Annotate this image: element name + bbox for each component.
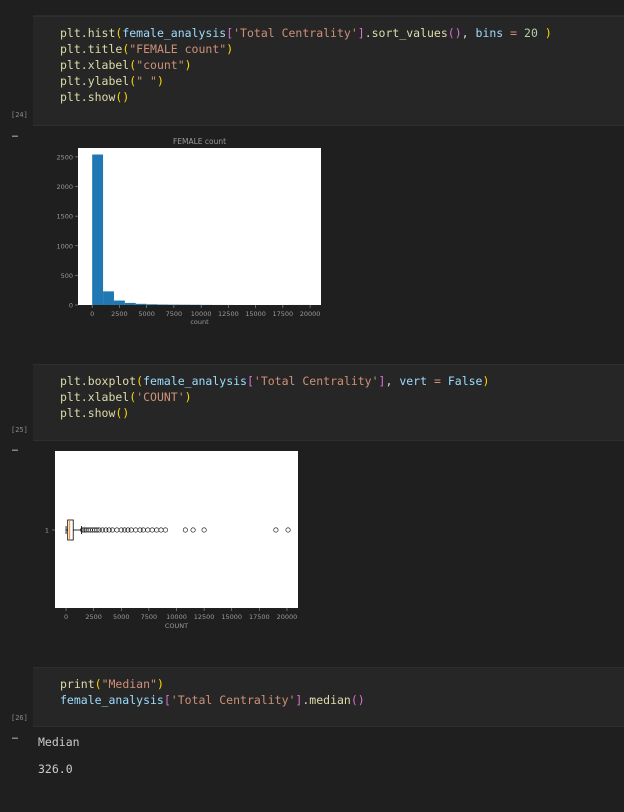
code-line-2: female_analysis['Total Centrality'].medi… [60, 693, 365, 707]
code-line-1: plt.boxplot(female_analysis['Total Centr… [60, 374, 490, 388]
x-axis-label: count [190, 318, 209, 326]
x-tick-label: 15000 [221, 613, 242, 621]
code-line-2: plt.xlabel('COUNT') [60, 390, 192, 404]
histogram-bar [92, 154, 104, 305]
x-tick-label: 5000 [138, 310, 155, 318]
x-tick-label: 2500 [85, 613, 102, 621]
histogram-plot-area [78, 148, 321, 305]
histogram-svg: FEMALE count 0 500 1000 1500 2000 2500 0 2500 500… [56, 137, 321, 326]
histogram-bar [113, 300, 125, 305]
median-value-output: 326.0 [38, 762, 73, 776]
code-cell-26[interactable]: print("Median") female_analysis['Total C… [33, 667, 624, 727]
boxplot-chart: 1 0 2500 5000 7500 10000 12500 15000 17500 20000 C… [36, 448, 306, 638]
y-tick-label: 2500 [56, 153, 73, 161]
x-tick-label: 7500 [166, 310, 183, 318]
x-tick-label: 17500 [273, 310, 294, 318]
output-collapse-icon[interactable]: … [12, 443, 18, 454]
x-tick-label: 20000 [300, 310, 321, 318]
x-tick-label: 7500 [141, 613, 158, 621]
x-tick-label: 2500 [111, 310, 128, 318]
histogram-bar [135, 303, 147, 305]
y-tick-label: 500 [61, 272, 73, 280]
execution-count: [24] [11, 111, 28, 119]
code-line-3: plt.show() [60, 406, 130, 420]
boxplot-svg: 1 0 2500 5000 7500 10000 12500 15000 17500 20000 C… [45, 451, 298, 630]
histogram-bar [103, 291, 114, 305]
y-tick-label: 1500 [56, 213, 73, 221]
code-line-1: plt.hist(female_analysis['Total Centrali… [60, 26, 552, 40]
x-tick-label: 0 [64, 613, 68, 621]
x-tick-label: 20000 [277, 613, 298, 621]
x-tick-label: 5000 [113, 613, 130, 621]
boxplot-plot-area [55, 451, 298, 608]
code-line-5: plt.show() [60, 90, 130, 104]
histogram-title: FEMALE count [173, 137, 226, 146]
y-tick-label: 0 [69, 302, 73, 310]
code-editor[interactable]: plt.boxplot(female_analysis['Total Centr… [60, 373, 489, 421]
y-tick-label: 1000 [56, 242, 73, 250]
code-editor[interactable]: plt.hist(female_analysis['Total Centrali… [60, 25, 552, 105]
y-tick-label: 1 [45, 527, 49, 535]
previous-cell-edge [33, 0, 624, 16]
x-tick-label: 12500 [218, 310, 239, 318]
histogram-bar [124, 302, 136, 305]
code-line-2: plt.title("FEMALE count") [60, 42, 234, 56]
code-line-3: plt.xlabel("count") [60, 58, 192, 72]
code-editor[interactable]: print("Median") female_analysis['Total C… [60, 676, 365, 708]
median-label-output: Median [38, 735, 80, 749]
code-cell-25[interactable]: plt.boxplot(female_analysis['Total Centr… [33, 364, 624, 441]
code-cell-24[interactable]: plt.hist(female_analysis['Total Centrali… [33, 16, 624, 126]
x-tick-label: 17500 [249, 613, 270, 621]
x-axis-label: COUNT [165, 622, 188, 630]
execution-count: [26] [11, 714, 28, 722]
histogram-bar [146, 304, 158, 305]
code-line-1: print("Median") [60, 677, 164, 691]
x-tick-label: 10000 [191, 310, 212, 318]
x-tick-label: 10000 [166, 613, 187, 621]
histogram-chart: FEMALE count 0 500 1000 1500 2000 2500 0 2500 500… [50, 132, 340, 332]
output-collapse-icon[interactable]: … [12, 129, 18, 140]
y-tick-label: 2000 [56, 183, 73, 191]
x-tick-label: 15000 [245, 310, 266, 318]
output-collapse-icon[interactable]: … [12, 731, 18, 742]
execution-count: [25] [11, 426, 28, 434]
x-tick-label: 12500 [194, 613, 215, 621]
code-line-4: plt.ylabel(" ") [60, 74, 164, 88]
x-tick-label: 0 [90, 310, 94, 318]
